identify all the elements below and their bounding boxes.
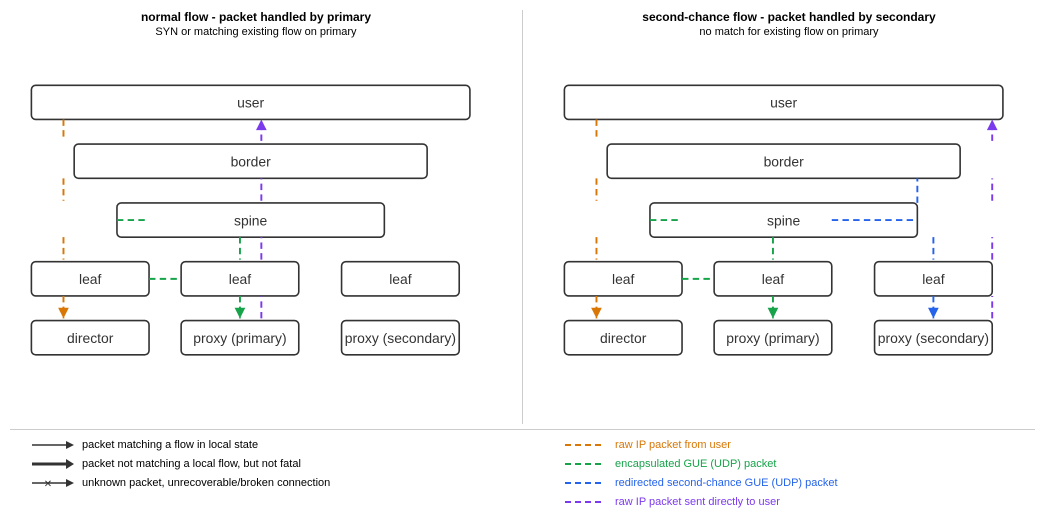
main-container: normal flow - packet handled by primary … xyxy=(0,0,1045,527)
purple-dashed-line-icon xyxy=(563,495,607,509)
legend-item-orange: raw IP packet from user xyxy=(563,438,1015,452)
svg-text:spine: spine xyxy=(234,212,267,228)
legend-item-blue: redirected second-chance GUE (UDP) packe… xyxy=(563,476,1015,490)
normal-flow-svg: user border spine leaf leaf leaf directo… xyxy=(10,46,502,424)
svg-text:proxy (secondary): proxy (secondary) xyxy=(345,330,456,346)
orange-dashed-line-icon xyxy=(563,438,607,452)
svg-text:leaf: leaf xyxy=(79,271,102,287)
solid-x-line-icon: ✕ xyxy=(30,476,74,490)
svg-text:spine: spine xyxy=(767,212,800,228)
svg-text:user: user xyxy=(237,95,264,111)
legend-divider xyxy=(522,438,523,509)
legend-item-solid-thick: packet not matching a local flow, but no… xyxy=(30,457,482,471)
legend-item-purple: raw IP packet sent directly to user xyxy=(563,495,1015,509)
legend-item-solid-thin: packet matching a flow in local state xyxy=(30,438,482,452)
normal-flow-subtitle: SYN or matching existing flow on primary xyxy=(155,26,356,38)
legend-text-orange: raw IP packet from user xyxy=(615,439,731,451)
svg-text:proxy (primary): proxy (primary) xyxy=(193,330,286,346)
svg-text:director: director xyxy=(67,330,114,346)
diagrams-row: normal flow - packet handled by primary … xyxy=(10,10,1035,424)
svg-text:leaf: leaf xyxy=(229,271,252,287)
legend-text-solid-thick: packet not matching a local flow, but no… xyxy=(82,458,301,470)
legend-item-green: encapsulated GUE (UDP) packet xyxy=(563,457,1015,471)
svg-text:leaf: leaf xyxy=(762,271,785,287)
solid-thick-line-icon xyxy=(30,457,74,471)
legend-left: packet matching a flow in local state pa… xyxy=(30,438,482,509)
second-chance-subtitle: no match for existing flow on primary xyxy=(699,26,878,38)
legend-text-green: encapsulated GUE (UDP) packet xyxy=(615,458,776,470)
svg-text:border: border xyxy=(764,154,805,170)
legend-text-purple: raw IP packet sent directly to user xyxy=(615,496,780,508)
diagram-divider xyxy=(522,10,523,424)
svg-text:proxy (primary): proxy (primary) xyxy=(726,330,819,346)
svg-text:border: border xyxy=(231,154,272,170)
blue-dashed-line-icon xyxy=(563,476,607,490)
svg-text:leaf: leaf xyxy=(389,271,412,287)
svg-text:leaf: leaf xyxy=(612,271,635,287)
green-dashed-line-icon xyxy=(563,457,607,471)
legend-row: packet matching a flow in local state pa… xyxy=(10,429,1035,517)
legend-right: raw IP packet from user encapsulated GUE… xyxy=(563,438,1015,509)
second-chance-svg: user border spine leaf leaf leaf directo… xyxy=(543,46,1035,424)
legend-text-solid-x: unknown packet, unrecoverable/broken con… xyxy=(82,477,330,489)
normal-flow-diagram: normal flow - packet handled by primary … xyxy=(10,10,502,424)
svg-text:director: director xyxy=(600,330,647,346)
svg-text:✕: ✕ xyxy=(44,479,52,490)
solid-thin-line-icon xyxy=(30,438,74,452)
svg-text:leaf: leaf xyxy=(922,271,945,287)
legend-text-blue: redirected second-chance GUE (UDP) packe… xyxy=(615,477,838,489)
svg-text:proxy (secondary): proxy (secondary) xyxy=(878,330,989,346)
legend-item-solid-x: ✕ unknown packet, unrecoverable/broken c… xyxy=(30,476,482,490)
legend-text-solid-thin: packet matching a flow in local state xyxy=(82,439,258,451)
svg-text:user: user xyxy=(770,95,797,111)
second-chance-title: second-chance flow - packet handled by s… xyxy=(642,10,935,24)
second-chance-diagram: second-chance flow - packet handled by s… xyxy=(543,10,1035,424)
normal-flow-title: normal flow - packet handled by primary xyxy=(141,10,371,24)
